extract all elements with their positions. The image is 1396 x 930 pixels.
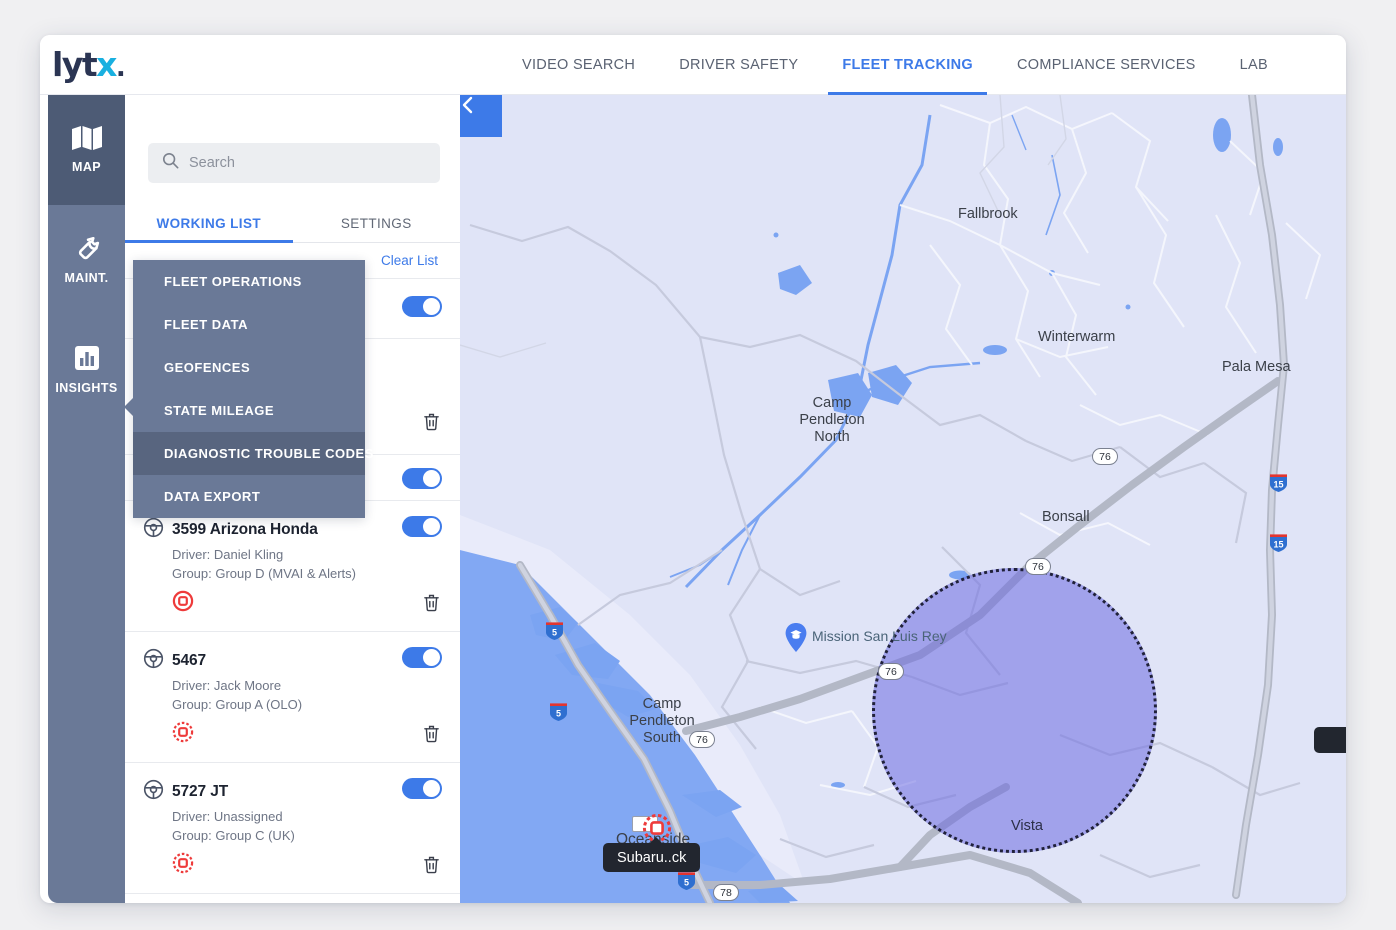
vehicle-visibility-toggle[interactable] bbox=[402, 778, 442, 799]
delete-icon[interactable] bbox=[423, 593, 440, 617]
map-label-camp-pendleton-north: Camp Pendleton North bbox=[787, 395, 877, 446]
row-toggle[interactable] bbox=[402, 296, 442, 317]
vehicle-visibility-toggle[interactable] bbox=[402, 647, 442, 668]
route-shield-76: 76 bbox=[689, 731, 715, 748]
map-label-pala-mesa: Pala Mesa bbox=[1222, 359, 1291, 376]
delete-icon[interactable] bbox=[423, 724, 440, 748]
steering-wheel-icon bbox=[143, 779, 164, 805]
tab-working-list[interactable]: WORKING LIST bbox=[125, 205, 293, 242]
map-pin-icon[interactable] bbox=[785, 623, 807, 652]
vehicle-status-stopped-icon[interactable] bbox=[172, 590, 194, 617]
rail-item-map[interactable]: MAP bbox=[48, 95, 125, 205]
flyout-item-state-mileage[interactable]: STATE MILEAGE bbox=[133, 389, 365, 432]
interstate-shield-15: 15 bbox=[1268, 472, 1289, 493]
delete-icon[interactable] bbox=[423, 412, 440, 436]
interstate-shield-5: 5 bbox=[548, 701, 569, 722]
working-list-panel: WORKING LIST SETTINGS Clear List FLEET O bbox=[125, 95, 460, 903]
nav-item-driver-safety[interactable]: DRIVER SAFETY bbox=[657, 35, 820, 95]
table-row[interactable]: 3599 Arizona Honda Driver: Daniel Kling … bbox=[125, 501, 460, 632]
svg-text:15: 15 bbox=[1273, 539, 1283, 549]
svg-text:5: 5 bbox=[684, 877, 689, 887]
flyout-item-fleet-data[interactable]: FLEET DATA bbox=[133, 303, 365, 346]
vehicle-driver: Driver: Unassigned bbox=[172, 809, 442, 824]
route-shield-78: 78 bbox=[713, 884, 739, 901]
svg-text:5: 5 bbox=[556, 708, 561, 718]
vehicle-visibility-toggle[interactable] bbox=[402, 516, 442, 537]
route-shield-76: 76 bbox=[1092, 448, 1118, 465]
map-label-vista: Vista bbox=[1011, 818, 1043, 835]
top-bar: lytx. VIDEO SEARCH DRIVER SAFETY FLEET T… bbox=[40, 35, 1346, 95]
rail-label-map: MAP bbox=[72, 160, 101, 174]
rail-label-insights: INSIGHTS bbox=[55, 381, 117, 395]
nav-item-compliance-services[interactable]: COMPLIANCE SERVICES bbox=[995, 35, 1218, 95]
vehicle-status-stopped-icon[interactable] bbox=[172, 852, 194, 879]
route-shield-76: 76 bbox=[1025, 558, 1051, 575]
collapse-panel-button[interactable] bbox=[460, 95, 502, 137]
vehicle-list[interactable]: 3599 Arizona Honda Driver: Daniel Kling … bbox=[125, 501, 460, 903]
map-icon bbox=[72, 126, 102, 150]
tab-settings[interactable]: SETTINGS bbox=[293, 205, 461, 242]
map-label-fallbrook: Fallbrook bbox=[958, 206, 1018, 223]
flyout-item-diagnostic-trouble-codes[interactable]: DIAGNOSTIC TROUBLE CODES bbox=[133, 432, 365, 475]
nav-item-video-search[interactable]: VIDEO SEARCH bbox=[500, 35, 657, 95]
steering-wheel-icon bbox=[143, 517, 164, 543]
flyout-caret-icon bbox=[125, 397, 134, 417]
bar-chart-icon bbox=[74, 345, 100, 371]
geofence-circle[interactable] bbox=[872, 568, 1157, 853]
clear-list-button[interactable]: Clear List bbox=[381, 253, 438, 268]
flyout-item-geofences[interactable]: GEOFENCES bbox=[133, 346, 365, 389]
vehicle-status-stopped-icon[interactable] bbox=[172, 721, 194, 748]
vehicle-name: 5467 bbox=[172, 652, 206, 670]
logo-dot: . bbox=[116, 53, 124, 83]
nav-item-lab[interactable]: LAB bbox=[1218, 35, 1290, 95]
rail-item-maint[interactable]: MAINT. bbox=[48, 205, 125, 315]
app-window: lytx. VIDEO SEARCH DRIVER SAFETY FLEET T… bbox=[40, 35, 1346, 903]
rail-label-maint: MAINT. bbox=[64, 271, 108, 285]
vehicle-driver: Driver: Daniel Kling bbox=[172, 547, 442, 562]
route-shield-76: 76 bbox=[878, 663, 904, 680]
search-icon bbox=[162, 152, 179, 174]
vehicle-group: Group: Group D (MVAI & Alerts) bbox=[172, 566, 442, 581]
vehicle-group: Group: Group C (UK) bbox=[172, 828, 442, 843]
interstate-shield-5: 5 bbox=[544, 620, 565, 641]
fleet-operations-flyout-menu: FLEET OPERATIONS FLEET DATA GEOFENCES ST… bbox=[133, 260, 365, 518]
vehicle-name: 5727 JT bbox=[172, 783, 228, 801]
table-row[interactable]: 5467 Driver: Jack Moore Group: Group A (… bbox=[125, 632, 460, 763]
search-bar[interactable] bbox=[148, 143, 440, 183]
svg-text:5: 5 bbox=[552, 627, 557, 637]
panel-tabs: WORKING LIST SETTINGS bbox=[125, 205, 460, 243]
left-rail: MAP MAINT. INSIGHTS bbox=[48, 95, 125, 903]
vehicle-name: 3599 Arizona Honda bbox=[172, 521, 318, 539]
steering-wheel-icon bbox=[143, 648, 164, 674]
map-label-mission-san-luis-rey: Mission San Luis Rey bbox=[812, 628, 947, 645]
search-input[interactable] bbox=[189, 155, 426, 171]
flyout-item-data-export[interactable]: DATA EXPORT bbox=[133, 475, 365, 518]
flyout-item-fleet-operations[interactable]: FLEET OPERATIONS bbox=[133, 260, 365, 303]
delete-icon[interactable] bbox=[423, 855, 440, 879]
wrench-icon bbox=[74, 235, 100, 261]
interstate-shield-5: 5 bbox=[676, 870, 697, 891]
map-label-winterwarm: Winterwarm bbox=[1038, 329, 1115, 346]
rail-item-insights[interactable]: INSIGHTS bbox=[48, 315, 125, 425]
vehicle-group: Group: Group A (OLO) bbox=[172, 697, 442, 712]
table-row[interactable]: Andrew SF300 MV+AI Inside Lens Driver: A… bbox=[125, 894, 460, 903]
svg-text:15: 15 bbox=[1273, 479, 1283, 489]
map-label-bonsall: Bonsall bbox=[1042, 509, 1090, 526]
vehicle-driver: Driver: Jack Moore bbox=[172, 678, 442, 693]
vehicle-tooltip[interactable]: Subaru..ck bbox=[603, 843, 700, 872]
row-toggle[interactable] bbox=[402, 468, 442, 489]
logo-text: lytx bbox=[52, 45, 116, 84]
main-navigation: VIDEO SEARCH DRIVER SAFETY FLEET TRACKIN… bbox=[500, 35, 1290, 95]
lytx-logo[interactable]: lytx. bbox=[52, 45, 124, 88]
edge-tooltip[interactable] bbox=[1314, 727, 1346, 753]
nav-item-fleet-tracking[interactable]: FLEET TRACKING bbox=[820, 35, 995, 95]
table-row[interactable]: 5727 JT Driver: Unassigned Group: Group … bbox=[125, 763, 460, 894]
map-canvas[interactable]: Fallbrook Winterwarm Pala Mesa Camp Pend… bbox=[460, 95, 1346, 903]
interstate-shield-15: 15 bbox=[1268, 532, 1289, 553]
